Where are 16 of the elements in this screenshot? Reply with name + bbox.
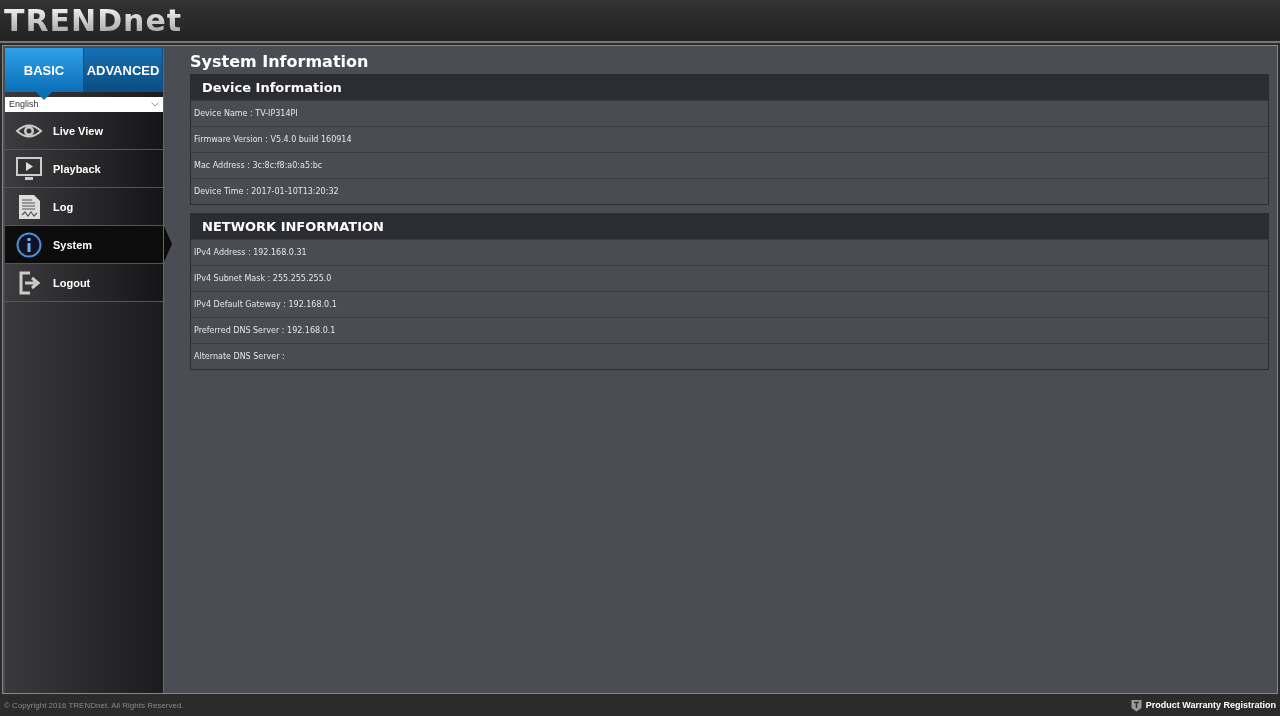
nav-item[interactable]: Logout — [5, 264, 163, 302]
section-title: Device Information — [191, 75, 1268, 100]
copyright-text: © Copyright 2016 TRENDnet. All Rights Reserved. — [4, 700, 184, 710]
nav-item[interactable]: System — [5, 226, 163, 264]
page-title: System Information — [190, 52, 370, 71]
mode-tab[interactable]: ADVANCED — [84, 48, 163, 92]
shield-icon — [1130, 698, 1142, 712]
info-icon — [15, 231, 43, 258]
nav-item[interactable]: Log — [5, 188, 163, 226]
nav-item[interactable]: Playback — [5, 150, 163, 188]
section-title: NETWORK INFORMATION — [191, 214, 1268, 239]
chevron-icon — [151, 102, 159, 107]
nav-item[interactable]: Live View — [5, 112, 163, 150]
warranty-link[interactable]: Product Warranty Registration — [1130, 698, 1276, 712]
language-select[interactable]: English — [5, 97, 163, 112]
monitor-icon — [15, 155, 43, 182]
